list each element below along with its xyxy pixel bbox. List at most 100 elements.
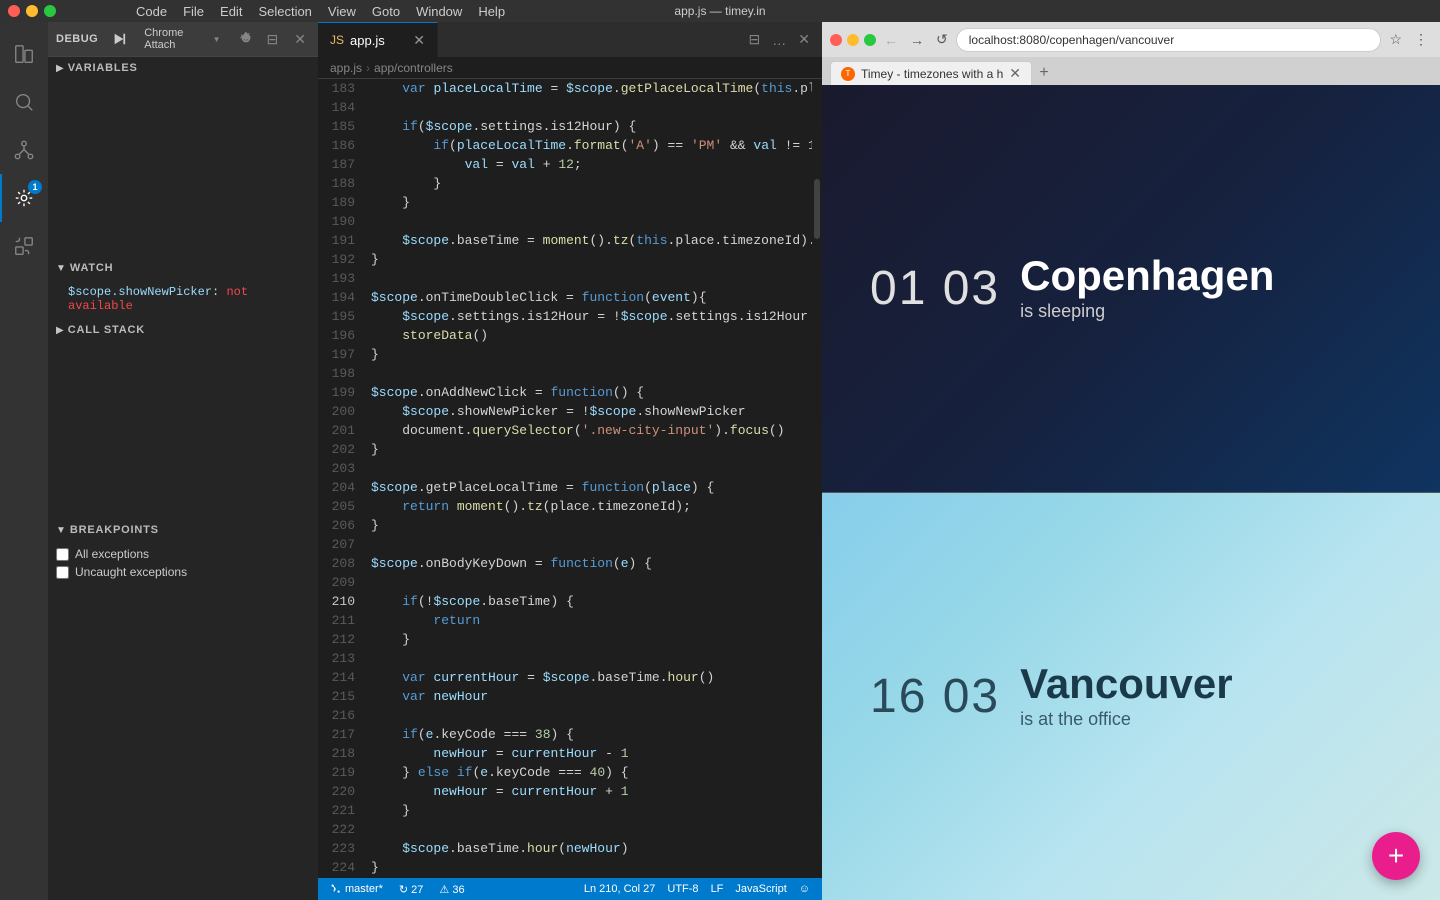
window-title-text: app.js — timey.in (674, 4, 765, 18)
line-num-207: 207 (318, 535, 355, 554)
all-exceptions-label: All exceptions (75, 547, 149, 561)
code-line-183: var placeLocalTime = $scope.getPlaceLoca… (371, 79, 812, 98)
eol-status[interactable]: LF (707, 883, 728, 895)
browser-tab-close-button[interactable]: ✕ (1009, 65, 1021, 82)
code-line-202: } (371, 440, 812, 459)
browser-settings-button[interactable]: ⋮ (1410, 29, 1432, 50)
language-status[interactable]: JavaScript (731, 883, 790, 895)
debug-config-button[interactable] (237, 29, 255, 50)
warnings-status[interactable]: ⚠ 36 (435, 883, 468, 896)
chrome-attach-dropdown[interactable]: Chrome Attach ▼ (136, 25, 228, 53)
breadcrumb-file[interactable]: app.js (330, 61, 362, 75)
close-editor-button[interactable]: ✕ (794, 29, 814, 50)
line-num-217: 217 (318, 725, 355, 744)
close-panel-button[interactable]: ✕ (290, 29, 310, 50)
code-line-206: } (371, 516, 812, 535)
browser-maximize-button[interactable] (864, 34, 876, 46)
encoding-status[interactable]: UTF-8 (663, 883, 702, 895)
menu-help[interactable]: Help (478, 4, 505, 19)
copenhagen-time: 01 03 (870, 261, 1000, 316)
breakpoint-uncaught-exceptions[interactable]: Uncaught exceptions (48, 563, 318, 581)
code-line-196: storeData() (371, 326, 812, 345)
code-line-192: } (371, 250, 812, 269)
line-num-220: 220 (318, 782, 355, 801)
more-actions-button[interactable]: … (768, 30, 790, 50)
sidebar-icon-extensions[interactable] (0, 222, 48, 270)
sidebar-icon-debug[interactable]: 1 (0, 174, 48, 222)
split-editor-button[interactable]: ⊟ (263, 29, 283, 50)
minimize-button[interactable] (26, 5, 38, 17)
line-num-219: 219 (318, 763, 355, 782)
traffic-lights[interactable] (8, 5, 56, 17)
sync-status[interactable]: ↻ 27 (395, 883, 428, 896)
js-file-icon: JS (330, 33, 344, 47)
tab-actions: ⊟ … ✕ (737, 29, 822, 50)
menu-code[interactable]: Code (136, 4, 167, 19)
feedback-status[interactable]: ☺ (795, 883, 814, 895)
vancouver-city-name: Vancouver (1020, 663, 1232, 705)
line-num-185: 185 (318, 117, 355, 136)
line-num-210: 210 (318, 592, 355, 611)
menu-file[interactable]: File (183, 4, 204, 19)
continue-button[interactable] (110, 30, 128, 48)
browser-minimize-button[interactable] (847, 34, 859, 46)
line-num-189: 189 (318, 193, 355, 212)
line-num-206: 206 (318, 516, 355, 535)
browser-refresh-button[interactable]: ↺ (932, 29, 952, 50)
sidebar-icon-explorer[interactable] (0, 30, 48, 78)
editor-scrollbar[interactable] (812, 79, 822, 878)
cursor-position-status[interactable]: Ln 210, Col 27 (580, 883, 660, 895)
watch-title: WATCH (70, 262, 114, 274)
browser-tab-timey[interactable]: T Timey - timezones with a h ✕ (830, 61, 1032, 85)
browser-tab-bar: T Timey - timezones with a h ✕ + (822, 57, 1440, 85)
menu-window[interactable]: Window (416, 4, 462, 19)
browser-forward-button[interactable]: → (906, 30, 928, 50)
language-label: JavaScript (735, 883, 786, 895)
code-line-195: $scope.settings.is12Hour = !$scope.setti… (371, 307, 812, 326)
scrollbar-thumb[interactable] (814, 179, 820, 239)
watch-item-name: $scope.showNewPicker (68, 285, 212, 299)
browser-new-tab-button[interactable]: + (1032, 61, 1056, 85)
split-editor-icon[interactable]: ⊟ (745, 29, 765, 50)
vancouver-panel: 16 03 Vancouver is at the office + (822, 493, 1440, 900)
browser-back-button[interactable]: ← (880, 30, 902, 50)
git-branch-status[interactable]: master* (326, 883, 387, 895)
browser-address-bar[interactable]: localhost:8080/copenhagen/vancouver (956, 28, 1382, 52)
watch-item: $scope.showNewPicker: not available (48, 283, 318, 315)
menu-view[interactable]: View (328, 4, 356, 19)
browser-chrome-bar: ← → ↺ localhost:8080/copenhagen/vancouve… (822, 22, 1440, 57)
code-line-209 (371, 573, 812, 592)
variables-header[interactable]: ▶ VARIABLES (48, 57, 318, 79)
menu-edit[interactable]: Edit (220, 4, 242, 19)
close-button[interactable] (8, 5, 20, 17)
line-num-183: 183 (318, 79, 355, 98)
menu-goto[interactable]: Goto (372, 4, 400, 19)
callstack-header[interactable]: ▶ CALL STACK (48, 319, 318, 341)
add-city-fab-button[interactable]: + (1372, 832, 1420, 880)
browser-close-button[interactable] (830, 34, 842, 46)
maximize-button[interactable] (44, 5, 56, 17)
browser-traffic-lights[interactable] (830, 34, 876, 46)
breadcrumb-path[interactable]: app/controllers (374, 61, 453, 75)
uncaught-exceptions-checkbox[interactable] (56, 566, 69, 579)
editor-tab-app-js[interactable]: JS app.js ✕ (318, 22, 438, 57)
debug-badge: 1 (28, 180, 42, 194)
line-num-208: 208 (318, 554, 355, 573)
code-line-212: } (371, 630, 812, 649)
watch-header[interactable]: ▼ WATCH (48, 257, 318, 279)
breakpoints-header[interactable]: ▼ BREAKPOINTS (48, 519, 318, 541)
browser-bookmark-button[interactable]: ☆ (1385, 29, 1406, 50)
code-line-208: $scope.onBodyKeyDown = function(e) { (371, 554, 812, 573)
status-bar: master* ↻ 27 ⚠ 36 Ln 210, Col 27 UTF-8 L… (318, 878, 822, 900)
tab-bar: JS app.js ✕ ⊟ … ✕ (318, 22, 822, 57)
code-editor[interactable]: var placeLocalTime = $scope.getPlaceLoca… (363, 79, 812, 878)
tab-close-button[interactable]: ✕ (413, 32, 425, 49)
code-line-223: $scope.baseTime.hour(newHour) (371, 839, 812, 858)
chrome-attach-label: Chrome Attach (144, 27, 208, 51)
mac-titlebar: Code File Edit Selection View Goto Windo… (0, 0, 1440, 22)
breakpoint-all-exceptions[interactable]: All exceptions (48, 545, 318, 563)
sidebar-icon-git[interactable] (0, 126, 48, 174)
all-exceptions-checkbox[interactable] (56, 548, 69, 561)
sidebar-icon-search[interactable] (0, 78, 48, 126)
menu-selection[interactable]: Selection (258, 4, 311, 19)
